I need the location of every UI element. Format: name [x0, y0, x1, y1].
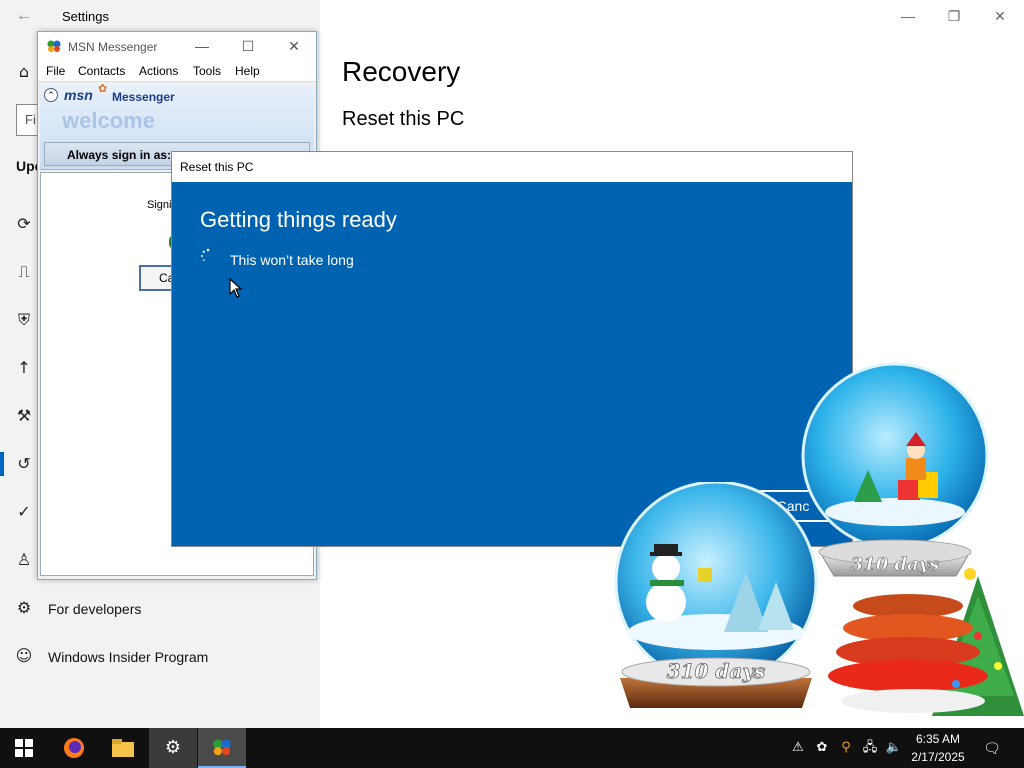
dialog-subtext: This won’t take long [230, 252, 354, 268]
msn-logo: msn [64, 87, 93, 103]
msn-close-button[interactable]: ✕ [274, 34, 314, 58]
msn-minimize-button[interactable]: — [182, 34, 222, 58]
notification-center-icon[interactable]: 🗨 [980, 736, 1004, 760]
reset-pc-heading: Reset this PC [342, 108, 465, 130]
minimize-button[interactable]: — [888, 4, 928, 28]
globe-large-days-label: 310 days [851, 554, 940, 575]
developer-icon: ⚙ [16, 598, 32, 617]
file-explorer-icon[interactable] [99, 728, 147, 768]
activation-icon[interactable]: ✓ [14, 502, 34, 522]
settings-icon[interactable]: ⚙ [149, 728, 197, 768]
security-alert-icon[interactable]: ⚠ [788, 738, 808, 758]
insider-icon: ☺ [15, 646, 33, 665]
delivery-icon[interactable]: ⎍ [14, 262, 34, 282]
dialog-title: Reset this PC [180, 160, 254, 174]
msn-messenger-icon[interactable] [198, 728, 246, 768]
find-device-icon[interactable]: ♙ [14, 550, 34, 570]
mouse-pointer-icon [229, 278, 243, 298]
page-title: Recovery [342, 56, 461, 87]
troubleshoot-icon[interactable]: ⚒ [14, 406, 34, 426]
always-sign-in-label: Always sign in as: [67, 148, 172, 162]
close-button[interactable]: ✕ [980, 4, 1020, 28]
collapse-icon[interactable]: ⌃ [44, 88, 58, 102]
selected-indicator [0, 452, 4, 476]
menu-actions[interactable]: Actions [139, 64, 178, 78]
msn-butterfly-icon [47, 40, 61, 52]
network-icon[interactable]: 🖧 [860, 738, 880, 758]
menu-contacts[interactable]: Contacts [78, 64, 125, 78]
sync-icon[interactable]: ⟳ [14, 214, 34, 234]
restore-button[interactable]: ❐ [934, 4, 974, 28]
backup-icon[interactable]: ↑ [14, 358, 34, 378]
dialog-titlebar: Reset this PC [172, 152, 852, 182]
recovery-icon[interactable]: ↺ [14, 454, 34, 474]
start-icon[interactable] [0, 728, 48, 768]
search-tray-icon[interactable]: ⚲ [836, 738, 856, 758]
taskbar: ⚙ ⚠ ✿ ⚲ 🖧 🔈 6:35 AM 2/17/2025 🗨 [0, 728, 1024, 768]
clock-time[interactable]: 6:35 AM [904, 732, 972, 746]
menu-file[interactable]: File [46, 64, 65, 78]
loading-spinner-icon [200, 248, 210, 262]
sidebar-item-windows-insider[interactable]: Windows Insider Program [48, 649, 208, 665]
msn-titlebar: MSN Messenger — ☐ ✕ [38, 32, 316, 60]
menu-help[interactable]: Help [235, 64, 260, 78]
msn-menubar: File Contacts Actions Tools Help [38, 60, 316, 82]
window-title: Settings [62, 9, 109, 24]
dialog-heading: Getting things ready [200, 207, 397, 232]
welcome-text: welcome [62, 108, 155, 133]
globe-small-days-label: 310 days [667, 659, 766, 683]
msn-tray-icon[interactable]: ✿ [812, 738, 832, 758]
snow-globe-small-icon: 310 days [614, 482, 818, 708]
shield-icon[interactable]: ⛨ [14, 310, 34, 330]
msn-logo-butterfly-icon: ✿ [98, 83, 108, 95]
volume-icon[interactable]: 🔈 [884, 738, 904, 758]
back-arrow-icon[interactable]: ← [12, 6, 36, 26]
settings-titlebar: ← Settings — ❐ ✕ [0, 0, 1024, 32]
msn-maximize-button[interactable]: ☐ [228, 34, 268, 58]
clock-date[interactable]: 2/17/2025 [904, 750, 972, 764]
sidebar-item-for-developers[interactable]: For developers [48, 601, 141, 617]
menu-tools[interactable]: Tools [193, 64, 221, 78]
home-icon[interactable]: ⌂ [14, 62, 34, 82]
msn-logo-suffix: Messenger [112, 90, 175, 104]
msn-window-title: MSN Messenger [68, 40, 158, 54]
firefox-icon[interactable] [50, 728, 98, 768]
